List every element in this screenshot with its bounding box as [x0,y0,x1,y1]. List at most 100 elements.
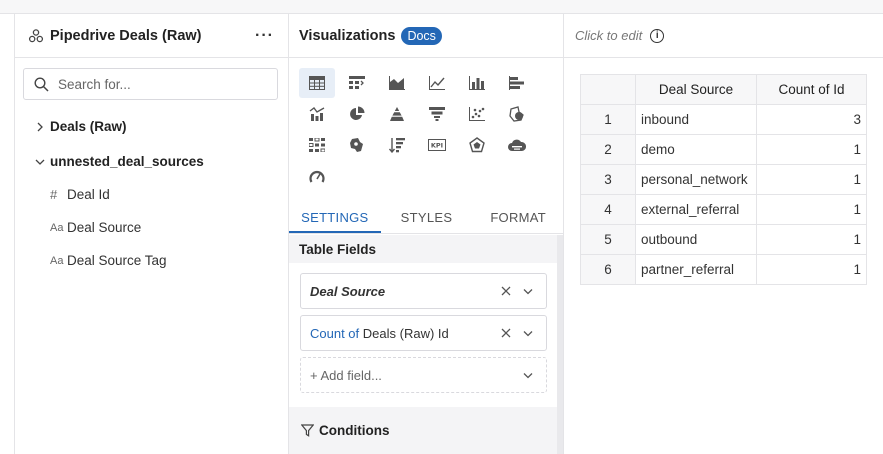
viz-funnel[interactable] [419,99,455,129]
viz-pyramid[interactable] [379,99,415,129]
dataset-header: Pipedrive Deals (Raw) ··· [15,14,288,58]
cell-count: 1 [756,224,867,255]
edit-title-hint[interactable]: Click to edit [575,28,642,43]
pie-chart-icon [350,106,365,120]
tree-item-label: unnested_deal_sources [50,154,204,169]
column-header-deal-source[interactable]: Deal Source [635,74,757,105]
viz-pivot[interactable] [339,68,375,98]
info-icon[interactable]: i [650,28,665,43]
table-fields-list: Deal Source Count of Deals (Raw) Id + Ad [289,263,557,407]
horizontal-bar-icon [509,76,524,90]
viz-combo[interactable] [299,99,335,129]
chevron-down-icon [523,330,533,336]
result-table: Deal Source Count of Id 1 inbound 3 2 de… [580,74,867,285]
viz-area[interactable] [379,68,415,98]
close-icon [501,328,511,338]
viz-kpi[interactable]: KPI [419,130,455,160]
cell-count: 1 [756,134,867,165]
field-options-button[interactable] [519,330,537,337]
cell-count: 3 [756,104,867,135]
column-header-index [580,74,636,105]
table-row: 6 partner_referral 1 [580,254,867,285]
remove-field-button[interactable] [497,328,515,338]
search-icon [34,76,49,92]
conditions-heading[interactable]: Conditions [289,415,557,445]
table-row: 3 personal_network 1 [580,164,867,195]
visualizations-title: Visualizations [299,27,396,44]
settings-tabs: SETTINGS STYLES FORMAT [289,204,564,234]
viz-sorted-bar[interactable] [379,130,415,160]
field-name: Count of Deals (Raw) Id [310,326,497,341]
viz-region-map[interactable] [339,130,375,160]
combo-chart-icon [309,107,325,121]
viz-radar[interactable] [459,130,495,160]
add-field-dropdown[interactable] [519,372,537,379]
table-field-count-of-id[interactable]: Count of Deals (Raw) Id [300,315,547,351]
chevron-right-icon [33,122,47,132]
conditions-label: Conditions [319,422,390,438]
column-header-count-of-id[interactable]: Count of Id [756,74,867,105]
field-item-deal-source[interactable]: Aa Deal Source [15,211,288,244]
viz-bar[interactable] [459,68,495,98]
cell-deal-source: inbound [635,104,757,135]
add-field-button[interactable]: + Add field... [300,357,547,393]
tree-item-deals-raw[interactable]: Deals (Raw) [15,110,288,143]
preview-header[interactable]: Click to edit i [564,14,883,58]
remove-field-button[interactable] [497,286,515,296]
settings-scrollbar[interactable] [557,235,563,454]
more-options-button[interactable]: ··· [255,27,274,45]
table-row: 2 demo 1 [580,134,867,165]
tree-item-unnested-deal-sources[interactable]: unnested_deal_sources [15,145,288,178]
row-index: 3 [580,164,636,195]
tab-settings[interactable]: SETTINGS [289,204,381,233]
row-index: 2 [580,134,636,165]
top-strip [0,0,883,14]
result-table-wrapper: Deal Source Count of Id 1 inbound 3 2 de… [580,74,867,285]
gauge-icon [309,170,325,183]
funnel-icon [429,107,445,121]
word-cloud-icon [508,139,526,151]
table-field-deal-source[interactable]: Deal Source [300,273,547,309]
viz-horizontal-bar[interactable] [499,68,535,98]
bar-chart-icon [469,76,485,90]
line-chart-icon [429,76,445,90]
viz-table[interactable] [299,68,335,98]
dataset-icon [28,28,44,44]
number-type-icon: # [50,187,58,202]
cell-count: 1 [756,164,867,195]
tab-styles[interactable]: STYLES [381,204,473,233]
row-index: 1 [580,104,636,135]
viz-line[interactable] [419,68,455,98]
docs-button[interactable]: Docs [401,26,442,45]
field-label: Deal Source Tag [67,253,167,268]
viz-gauge[interactable] [299,161,335,191]
table-row: 1 inbound 3 [580,104,867,135]
viz-heatmap[interactable] [299,130,335,160]
filter-icon [301,423,314,437]
cell-count: 1 [756,254,867,285]
field-label: Deal Id [67,187,110,202]
close-icon [501,286,511,296]
cell-deal-source: partner_referral [635,254,757,285]
pivot-table-icon [349,76,365,89]
visualization-header: Visualizations Docs [289,14,563,58]
field-item-deal-source-tag[interactable]: Aa Deal Source Tag [15,244,288,277]
field-search[interactable] [23,68,278,100]
table-row: 5 outbound 1 [580,224,867,255]
chevron-down-icon [33,158,47,166]
viz-pie[interactable] [339,99,375,129]
tab-format[interactable]: FORMAT [472,204,564,233]
field-item-deal-id[interactable]: # Deal Id [15,178,288,211]
viz-bubble-map[interactable] [499,99,535,129]
region-map-icon [350,138,363,152]
svg-text:KPI: KPI [431,142,443,150]
search-input[interactable] [58,76,258,92]
column-label: Id [437,325,449,341]
preview-panel: Click to edit i Deal Source Count of Id … [564,14,883,454]
table-header-row: Deal Source Count of Id [580,74,867,105]
sorted-bar-icon [389,138,405,153]
text-type-icon: Aa [50,254,64,267]
viz-word-cloud[interactable] [499,130,535,160]
viz-scatter[interactable] [459,99,495,129]
field-options-button[interactable] [519,288,537,295]
